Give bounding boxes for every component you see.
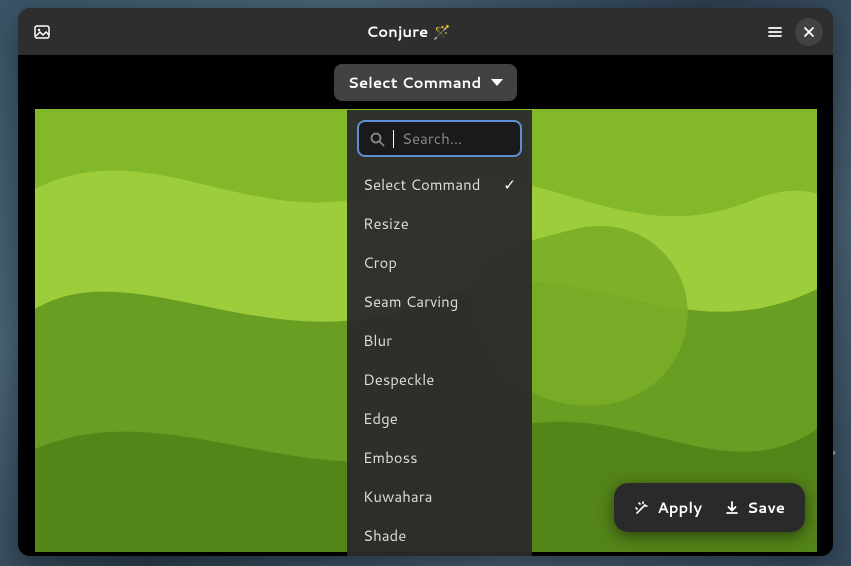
menu-item-sharpen[interactable]: Sharpen (347, 555, 532, 556)
menu-item-label: Emboss (363, 447, 418, 468)
image-icon (34, 24, 50, 40)
chevron-down-icon (491, 79, 503, 86)
menu-item-label: Blur (363, 330, 392, 351)
close-icon (801, 24, 817, 40)
menu-item-despeckle[interactable]: Despeckle (347, 360, 532, 399)
title-text: Conjure (366, 21, 428, 42)
apply-label: Apply (657, 497, 702, 518)
menu-item-label: Edge (363, 408, 398, 429)
window-title: Conjure 🪄 (366, 21, 451, 42)
command-list: Select Command ✓ Resize Crop Seam Carvin… (347, 165, 532, 556)
select-command-dropdown[interactable]: Select Command (334, 64, 518, 101)
titlebar: Conjure 🪄 (18, 8, 833, 55)
command-toolbar: Select Command (18, 55, 833, 109)
save-label: Save (747, 497, 785, 518)
menu-item-kuwahara[interactable]: Kuwahara (347, 477, 532, 516)
search-icon (369, 131, 385, 147)
menu-item-emboss[interactable]: Emboss (347, 438, 532, 477)
command-search[interactable] (357, 120, 522, 157)
download-icon (724, 500, 740, 516)
menu-item-resize[interactable]: Resize (347, 204, 532, 243)
menu-button[interactable] (761, 18, 789, 46)
menu-item-label: Kuwahara (363, 486, 432, 507)
text-cursor (393, 130, 394, 148)
menu-item-blur[interactable]: Blur (347, 321, 532, 360)
check-icon: ✓ (503, 174, 516, 195)
menu-item-label: Despeckle (363, 369, 434, 390)
app-window: Conjure 🪄 Select Command (18, 8, 833, 556)
menu-item-seam-carving[interactable]: Seam Carving (347, 282, 532, 321)
action-bar: Apply Save (614, 483, 805, 532)
search-input[interactable] (402, 128, 510, 149)
menu-item-label: Resize (363, 213, 409, 234)
image-button[interactable] (28, 18, 56, 46)
menu-item-edge[interactable]: Edge (347, 399, 532, 438)
command-popover: Select Command ✓ Resize Crop Seam Carvin… (347, 110, 532, 556)
menu-item-crop[interactable]: Crop (347, 243, 532, 282)
select-command-label: Select Command (348, 72, 482, 93)
menu-item-shade[interactable]: Shade (347, 516, 532, 555)
menu-item-label: Crop (363, 252, 397, 273)
menu-item-label: Shade (363, 525, 406, 546)
menu-item-label: Select Command (363, 174, 480, 195)
save-button[interactable]: Save (724, 497, 785, 518)
menu-item-label: Seam Carving (363, 291, 458, 312)
wand-icon: 🪄 (433, 22, 450, 42)
wand-icon (634, 500, 650, 516)
apply-button[interactable]: Apply (634, 497, 702, 518)
hamburger-icon (767, 24, 783, 40)
close-button[interactable] (795, 18, 823, 46)
menu-item-select-command[interactable]: Select Command ✓ (347, 165, 532, 204)
